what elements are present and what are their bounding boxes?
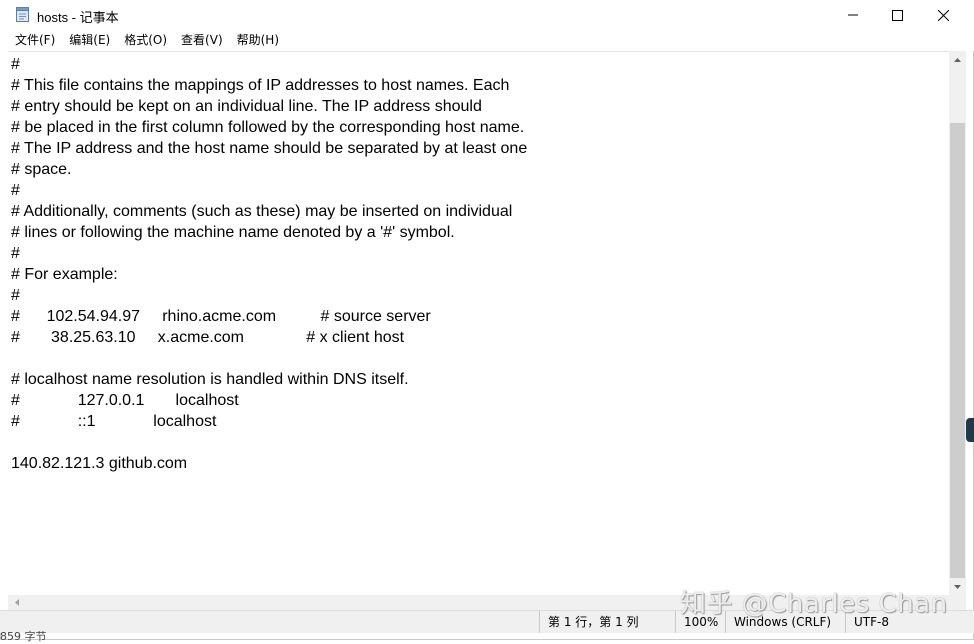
editor-line[interactable]: # be placed in the first column followed… [11,119,524,136]
left-edge-background [0,50,8,610]
editor-line[interactable]: # lines or following the machine name de… [11,224,455,241]
menu-file[interactable]: 文件(F) [8,30,62,51]
title-bar[interactable]: hosts - 记事本 [0,0,974,30]
editor-line[interactable]: # ::1 localhost [11,413,216,430]
notepad-window: hosts - 记事本 文件(F) 编辑(E) 格式(O) 查看(V) 帮助(H… [0,0,974,643]
scroll-up-arrow-icon[interactable] [949,51,966,68]
background-window-text: 859 字节 [0,630,47,643]
editor-line[interactable]: # For example: [11,266,118,283]
menu-format[interactable]: 格式(O) [117,30,174,51]
editor-line[interactable]: # space. [11,161,71,178]
editor-line[interactable]: # [11,56,20,73]
editor-content[interactable]: # # This file contains the mappings of I… [11,54,527,474]
editor-line[interactable]: # [11,287,20,304]
background-window-edge [966,418,974,442]
close-icon [937,9,949,21]
editor-line[interactable]: # 127.0.0.1 localhost [11,392,239,409]
scrollbar-corner [949,595,966,610]
notepad-app-icon [16,7,29,22]
cursor-position: 第 1 行，第 1 列 [539,611,676,633]
vertical-scrollbar[interactable] [949,51,966,595]
editor-line[interactable]: # 102.54.94.97 rhino.acme.com # source s… [11,308,431,325]
editor-line[interactable]: # This file contains the mappings of IP … [11,77,509,94]
menu-view[interactable]: 查看(V) [174,30,230,51]
minimize-button[interactable] [830,0,876,30]
text-editor[interactable]: # # This file contains the mappings of I… [8,51,949,596]
close-button[interactable] [920,0,966,30]
window-title: hosts - 记事本 [37,10,119,25]
menu-bar: 文件(F) 编辑(E) 格式(O) 查看(V) 帮助(H) [0,30,974,51]
editor-line[interactable]: # 38.25.63.10 x.acme.com # x client host [11,329,404,346]
vertical-scroll-thumb[interactable] [950,123,965,578]
scroll-down-arrow-icon[interactable] [949,578,966,595]
editor-line[interactable]: # [11,245,20,262]
scroll-left-arrow-icon[interactable] [8,595,25,610]
editor-line[interactable]: # Additionally, comments (such as these)… [11,203,512,220]
editor-line[interactable]: # entry should be kept on an individual … [11,98,482,115]
minimize-icon [848,14,858,16]
editor-line[interactable]: # [11,182,20,199]
editor-line[interactable]: # The IP address and the host name shoul… [11,140,527,157]
editor-line[interactable]: 140.82.121.3 github.com [11,455,187,472]
menu-help[interactable]: 帮助(H) [230,30,286,51]
menu-edit[interactable]: 编辑(E) [62,30,117,51]
maximize-icon [891,9,903,21]
maximize-button[interactable] [874,0,920,30]
editor-line[interactable]: # localhost name resolution is handled w… [11,371,409,388]
watermark: 知乎 @Charles Chan [680,589,948,619]
